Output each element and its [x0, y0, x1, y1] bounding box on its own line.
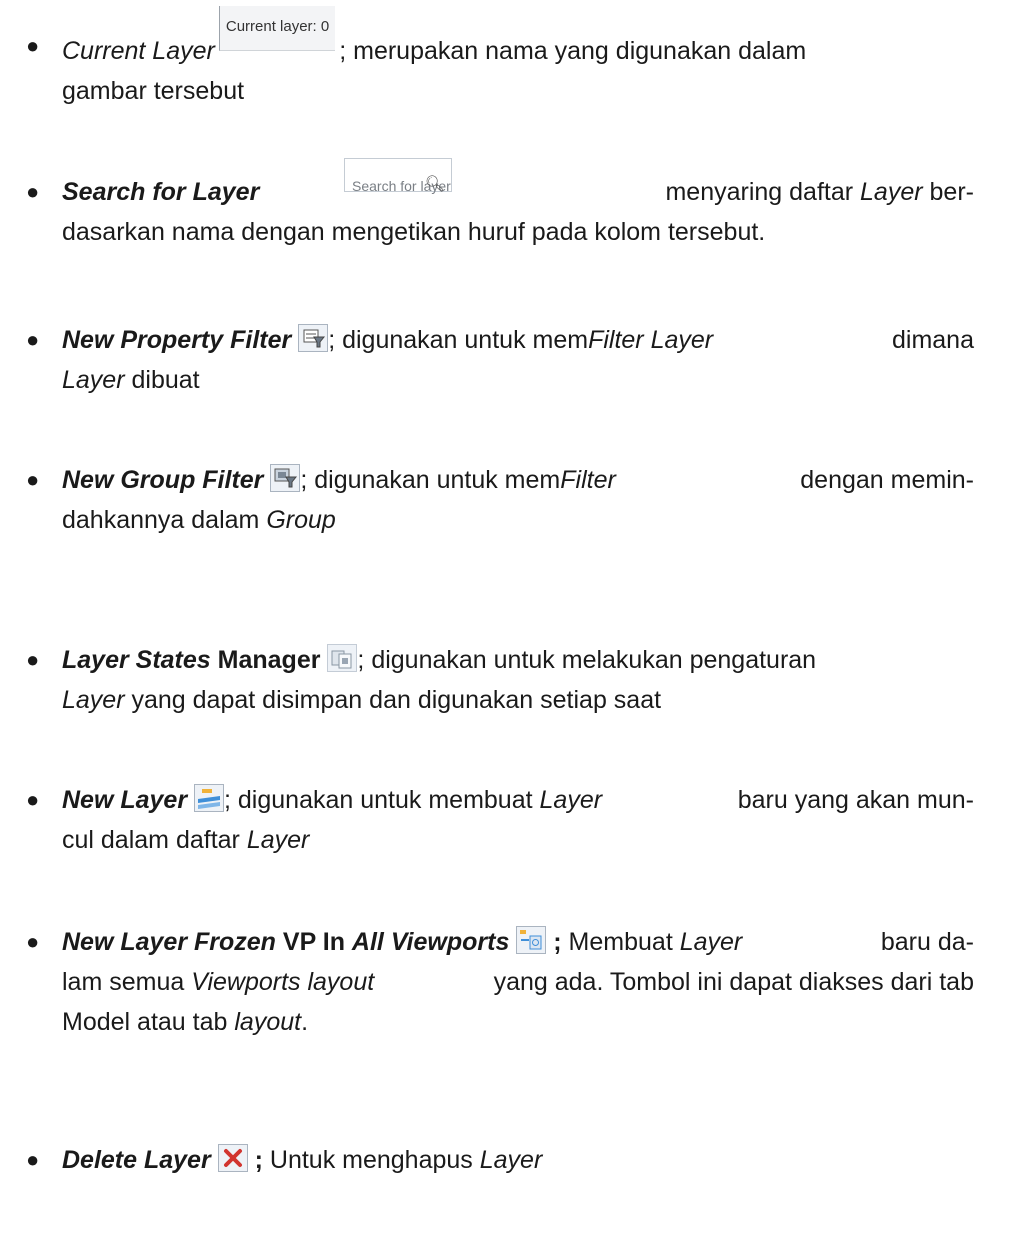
property-filter-icon [298, 324, 329, 352]
search-layer-input[interactable]: Search for layer 🔍︎ [344, 158, 452, 194]
new-layer-icon [194, 784, 225, 812]
term-new-layer: New Layer [62, 786, 188, 814]
bullet: ● [26, 179, 40, 204]
term-current-layer: Current Layer [62, 37, 215, 65]
term-new-layer-frozen: New Layer Frozen [62, 928, 276, 956]
delete-icon [217, 1144, 248, 1172]
layer-states-icon [327, 644, 358, 672]
bullet: ● [26, 327, 40, 352]
description-text: ; merupakan nama yang digunakan dalam [339, 37, 807, 65]
bullet: ● [26, 467, 40, 492]
bullet: ● [26, 647, 40, 672]
bullet: ● [26, 929, 40, 954]
group-filter-icon [270, 464, 301, 492]
bullet: ● [26, 33, 40, 58]
bullet: ● [26, 787, 40, 812]
current-layer-widget: Current layer: 0 [218, 6, 336, 51]
bullet: ● [26, 1147, 40, 1172]
search-icon: 🔍︎ [424, 176, 445, 193]
term-search-for-layer: Search for Layer [62, 178, 260, 206]
description-text-line2: gambar tersebut [62, 77, 245, 105]
new-layer-vp-frozen-icon [516, 926, 547, 954]
description-text: menyaring daftar Layer ber- [665, 178, 974, 206]
term-new-property-filter: New Property Filter [62, 326, 292, 354]
term-delete-layer: Delete Layer [62, 1146, 211, 1174]
term-layer-states: Layer States [62, 646, 211, 674]
term-new-group-filter: New Group Filter [62, 466, 264, 494]
description-text-line2: dasarkan nama dengan mengetikan huruf pa… [62, 218, 766, 246]
